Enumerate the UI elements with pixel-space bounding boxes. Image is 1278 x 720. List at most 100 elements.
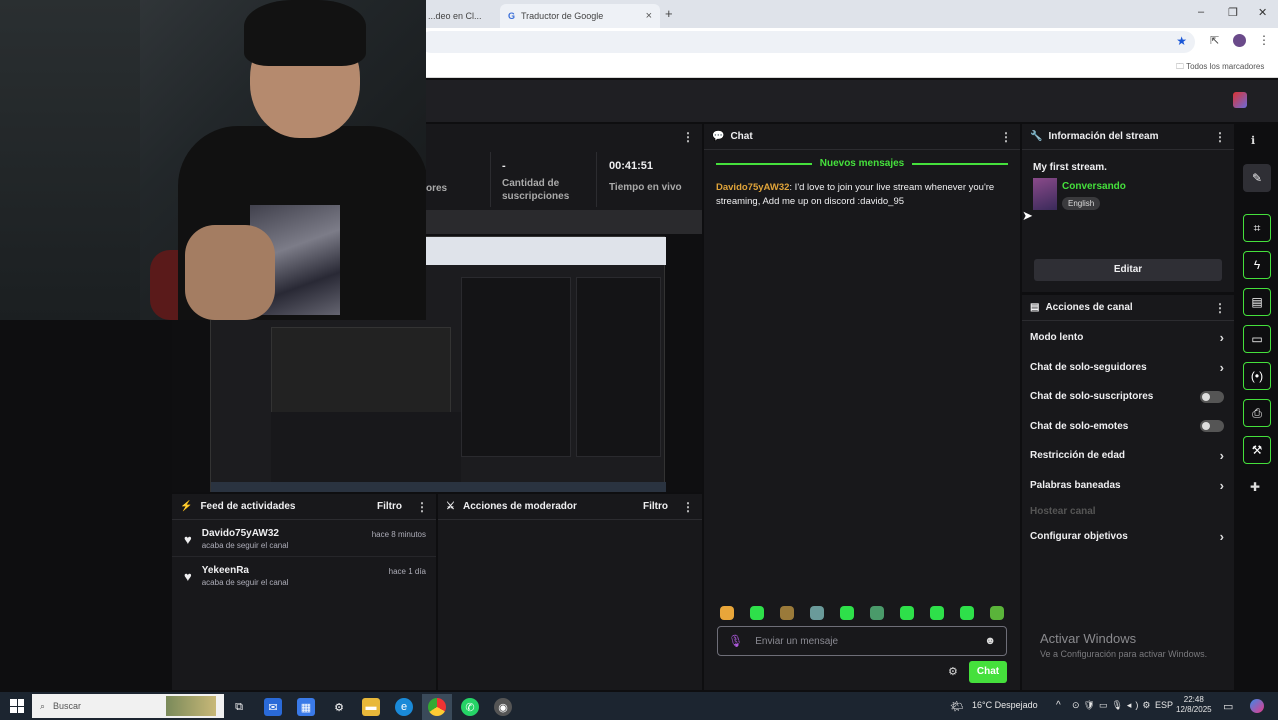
obs-icon[interactable]: ◉ bbox=[494, 698, 512, 716]
filter-button[interactable]: Filtro bbox=[377, 501, 402, 512]
whatsapp-icon[interactable]: ✆ bbox=[461, 698, 479, 716]
url-field[interactable]: ★ bbox=[420, 31, 1195, 53]
stat-live-time: 00:41:51 Tiempo en vivo bbox=[609, 160, 682, 193]
feed-username[interactable]: YekeenRa bbox=[202, 565, 289, 576]
filter-button[interactable]: Filtro bbox=[643, 501, 668, 512]
action-configure-goals[interactable]: Configurar objetivos › bbox=[1022, 522, 1234, 552]
weather-icon: 🌤 bbox=[950, 701, 964, 713]
heart-icon: ♥ bbox=[184, 569, 192, 584]
chat-input[interactable]: 🎙 Enviar un mensaje ☻ bbox=[717, 626, 1007, 656]
heart-icon: ♥ bbox=[184, 532, 192, 547]
more-options-icon[interactable]: ⋮ bbox=[1214, 301, 1226, 315]
panel-title: Acciones de moderador bbox=[462, 501, 577, 512]
more-options-icon[interactable]: ⋮ bbox=[682, 130, 694, 144]
clock[interactable]: 22:48 12/8/2025 bbox=[1176, 695, 1212, 715]
activate-windows-watermark: Activar Windows Ve a Configuración para … bbox=[1040, 631, 1208, 659]
lightning-icon[interactable]: ϟ bbox=[1243, 251, 1271, 279]
sword-icon: ⚔ bbox=[446, 501, 455, 512]
new-messages-divider: Nuevos mensajes bbox=[716, 158, 1008, 169]
chevron-right-icon: › bbox=[1219, 477, 1224, 493]
minimize-button[interactable]: – bbox=[1198, 6, 1204, 18]
chevron-right-icon: › bbox=[1219, 359, 1224, 375]
category-thumbnail[interactable] bbox=[1033, 178, 1057, 210]
emote[interactable] bbox=[780, 606, 794, 620]
feed-item: ♥ Davido75yAW32 acaba de seguir el canal… bbox=[172, 520, 436, 557]
folder-icon: 🗀 bbox=[1176, 62, 1184, 71]
emote[interactable] bbox=[720, 606, 734, 620]
clip-icon[interactable]: ⌗ bbox=[1243, 214, 1271, 242]
feed-time: hace 1 día bbox=[388, 567, 426, 576]
pencil-icon[interactable]: ✎ bbox=[1243, 164, 1271, 192]
close-window-button[interactable]: ✕ bbox=[1258, 6, 1267, 19]
profile-avatar[interactable] bbox=[1233, 34, 1246, 47]
printer-icon[interactable]: ⎙ bbox=[1243, 399, 1271, 427]
notifications-icon[interactable]: ▭ bbox=[1223, 700, 1233, 713]
streamer-avatar[interactable] bbox=[1233, 92, 1247, 108]
panel-title: Feed de actividades bbox=[200, 501, 296, 512]
all-bookmarks[interactable]: 🗀 Todos los marcadores bbox=[1176, 61, 1264, 75]
tray-icons[interactable]: ⊙🛡▭🎙◂)⚙ bbox=[1072, 700, 1154, 711]
chat-icon[interactable]: ▭ bbox=[1243, 325, 1271, 353]
emotes-only-toggle[interactable] bbox=[1200, 420, 1224, 433]
taskbar-search[interactable]: ⌕ Buscar bbox=[32, 694, 224, 718]
action-banned-words[interactable]: Palabras baneadas › bbox=[1022, 471, 1234, 501]
settings-icon[interactable]: ⚙ bbox=[330, 698, 348, 716]
emote[interactable] bbox=[810, 606, 824, 620]
chrome-icon[interactable] bbox=[428, 698, 446, 716]
category-link[interactable]: Conversando bbox=[1062, 181, 1126, 192]
action-slow-mode[interactable]: Modo lento › bbox=[1022, 323, 1234, 353]
subscribers-only-toggle[interactable] bbox=[1200, 390, 1224, 403]
gear-icon[interactable]: ⚙ bbox=[948, 665, 958, 678]
emote[interactable] bbox=[900, 606, 914, 620]
document-icon[interactable]: ▤ bbox=[1243, 288, 1271, 316]
chat-bubble-icon: 💬 bbox=[712, 131, 725, 142]
star-icon[interactable]: ★ bbox=[1176, 34, 1187, 48]
task-view-icon[interactable]: ⧉ bbox=[230, 698, 248, 716]
browser-tab-translate[interactable]: G Traductor de Google × bbox=[500, 4, 660, 28]
info-icon[interactable]: ℹ bbox=[1251, 134, 1255, 147]
broadcast-icon[interactable]: (•) bbox=[1243, 362, 1271, 390]
maximize-button[interactable]: ❐ bbox=[1228, 6, 1238, 19]
new-tab-button[interactable]: + bbox=[665, 6, 673, 21]
extensions-icon[interactable]: ✚ bbox=[1250, 480, 1260, 494]
more-options-icon[interactable]: ⋮ bbox=[682, 500, 694, 514]
edit-button[interactable]: Editar bbox=[1034, 259, 1222, 281]
emote[interactable] bbox=[750, 606, 764, 620]
cast-icon[interactable]: ⇱ bbox=[1210, 34, 1219, 47]
stream-stats-panel: ⋮ ores - Cantidad de suscripciones 00:41… bbox=[426, 124, 702, 234]
action-subscribers-only: Chat de solo-suscriptores bbox=[1022, 382, 1234, 412]
more-options-icon[interactable]: ⋮ bbox=[1214, 130, 1226, 144]
store-icon[interactable]: ▦ bbox=[297, 698, 315, 716]
emote[interactable] bbox=[960, 606, 974, 620]
feed-username[interactable]: Davido75yAW32 bbox=[202, 528, 289, 539]
emote-bar bbox=[720, 606, 1004, 620]
edge-icon[interactable]: e bbox=[395, 698, 413, 716]
action-age-restriction[interactable]: Restricción de edad › bbox=[1022, 441, 1234, 471]
windows-start-icon[interactable] bbox=[10, 699, 24, 713]
chat-username[interactable]: Davido75yAW32 bbox=[716, 182, 789, 193]
language-tag[interactable]: English bbox=[1062, 197, 1101, 210]
action-host-channel: Hostear canal bbox=[1030, 505, 1096, 517]
emote[interactable] bbox=[930, 606, 944, 620]
mic-icon[interactable]: 🎙 bbox=[728, 634, 743, 648]
emote[interactable] bbox=[870, 606, 884, 620]
more-options-icon[interactable]: ⋮ bbox=[1000, 130, 1012, 144]
tray-chevron-icon[interactable]: ^ bbox=[1056, 700, 1061, 711]
stream-title: My first stream. bbox=[1033, 162, 1107, 173]
copilot-icon[interactable] bbox=[1250, 699, 1264, 713]
mail-icon[interactable]: ✉ bbox=[264, 698, 282, 716]
close-icon[interactable]: × bbox=[646, 10, 652, 22]
menu-icon[interactable]: ⋮ bbox=[1258, 33, 1270, 47]
bolt-icon: ⚡ bbox=[180, 501, 193, 512]
more-options-icon[interactable]: ⋮ bbox=[416, 500, 428, 514]
wrench-icon[interactable]: ⚒ bbox=[1243, 436, 1271, 464]
action-followers-only[interactable]: Chat de solo-seguidores › bbox=[1022, 353, 1234, 383]
google-translate-icon: G bbox=[508, 11, 516, 21]
emote[interactable] bbox=[840, 606, 854, 620]
emote[interactable] bbox=[990, 606, 1004, 620]
language-indicator[interactable]: ESP bbox=[1155, 700, 1173, 710]
emoji-icon[interactable]: ☻ bbox=[984, 635, 996, 647]
send-chat-button[interactable]: Chat bbox=[969, 661, 1007, 683]
file-explorer-icon[interactable]: ▬ bbox=[362, 698, 380, 716]
weather-text[interactable]: 16°C Despejado bbox=[972, 700, 1038, 710]
